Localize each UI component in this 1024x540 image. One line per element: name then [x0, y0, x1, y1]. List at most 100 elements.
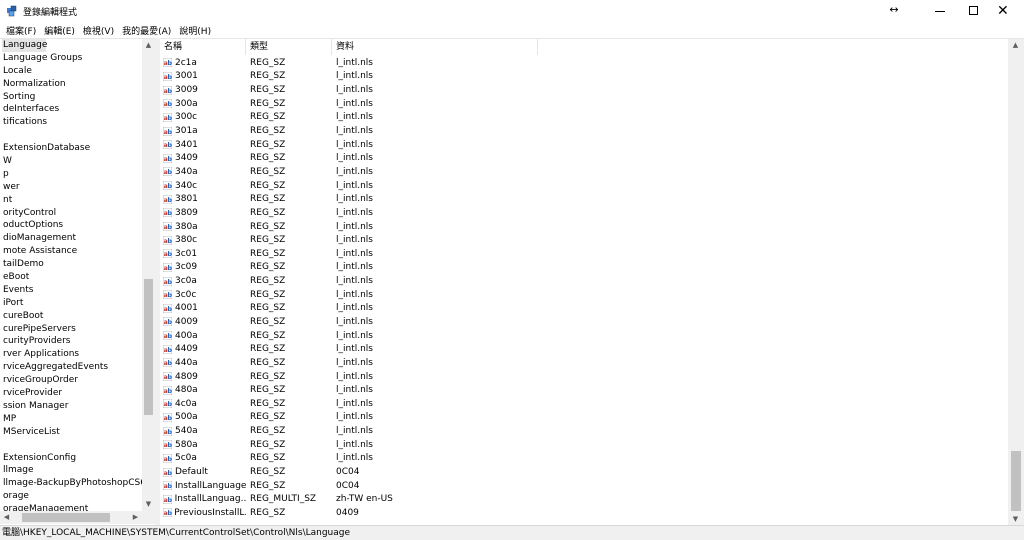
tree-item[interactable]: iPort	[2, 297, 142, 310]
cell-name[interactable]: a b 4001	[160, 303, 246, 313]
cell-name[interactable]: a b 300c	[160, 112, 246, 122]
scroll-down-icon[interactable]: ▼	[1009, 513, 1022, 525]
cell-name[interactable]: a b 2c1a	[160, 58, 246, 68]
tree-item[interactable]: rviceAggregatedEvents	[2, 361, 142, 374]
cell-name[interactable]: a b 3c0c	[160, 290, 246, 300]
tree-item[interactable]: dioManagement	[2, 232, 142, 245]
tree-item[interactable]: rviceProvider	[2, 387, 142, 400]
tree-item[interactable]: mote Assistance	[2, 245, 142, 258]
cell-name[interactable]: a b 3809	[160, 208, 246, 218]
table-row[interactable]: a b 3c09 REG_SZ l_intl.nls	[160, 261, 1008, 275]
tree-item[interactable]: oductOptions	[2, 219, 142, 232]
cell-name[interactable]: a b 440a	[160, 358, 246, 368]
scroll-right-icon[interactable]: ▶	[129, 511, 142, 524]
table-row[interactable]: a b 4001 REG_SZ l_intl.nls	[160, 302, 1008, 316]
cell-name[interactable]: a b 4809	[160, 372, 246, 382]
cell-name[interactable]: a b 3401	[160, 140, 246, 150]
tree-item[interactable]: orage	[2, 490, 142, 503]
table-row[interactable]: a b 540a REG_SZ l_intl.nls	[160, 424, 1008, 438]
scroll-up-icon[interactable]: ▲	[1009, 39, 1022, 52]
tree-item[interactable]: ExtensionConfig	[2, 452, 142, 465]
cell-name[interactable]: a b 3c0a	[160, 276, 246, 286]
tree-item[interactable]: Language Groups	[2, 52, 142, 65]
menu-favorites[interactable]: 我的最愛(A)	[118, 22, 175, 38]
scroll-up-icon[interactable]: ▲	[142, 39, 155, 52]
scroll-down-icon[interactable]: ▼	[142, 498, 155, 511]
table-row[interactable]: a b 3809 REG_SZ l_intl.nls	[160, 206, 1008, 220]
key-tree-pane[interactable]: Language Language Groups Locale Normalizati…	[0, 38, 155, 525]
tree-item[interactable]: rviceGroupOrder	[2, 374, 142, 387]
tree-item[interactable]: tailDemo	[2, 258, 142, 271]
table-row[interactable]: a b 3c0a REG_SZ l_intl.nls	[160, 274, 1008, 288]
tree-item[interactable]: ssion Manager	[2, 400, 142, 413]
table-row[interactable]: a b 3409 REG_SZ l_intl.nls	[160, 151, 1008, 165]
tree-hscroll-thumb[interactable]	[22, 513, 110, 522]
tree-item[interactable]: eBoot	[2, 271, 142, 284]
tree-item[interactable]	[2, 129, 142, 142]
list-vertical-scrollbar[interactable]: ▲ ▼	[1008, 39, 1024, 525]
table-row[interactable]: a b 4c0a REG_SZ l_intl.nls	[160, 397, 1008, 411]
table-row[interactable]: a b 2c1a REG_SZ l_intl.nls	[160, 56, 1008, 70]
table-row[interactable]: a b 580a REG_SZ l_intl.nls	[160, 438, 1008, 452]
close-button[interactable]: ✕	[985, 0, 1024, 22]
table-row[interactable]: a b 380a REG_SZ l_intl.nls	[160, 220, 1008, 234]
table-row[interactable]: a b 3c01 REG_SZ l_intl.nls	[160, 247, 1008, 261]
cell-name[interactable]: a b 3c09	[160, 262, 246, 272]
table-row[interactable]: a b 440a REG_SZ l_intl.nls	[160, 356, 1008, 370]
tree-item[interactable]: Sorting	[2, 91, 142, 104]
menu-file[interactable]: 檔案(F)	[2, 22, 40, 38]
cell-name[interactable]: a b 4009	[160, 317, 246, 327]
cell-name[interactable]: a b 500a	[160, 412, 246, 422]
cell-name[interactable]: a b 380a	[160, 222, 246, 232]
cell-name[interactable]: a b 540a	[160, 426, 246, 436]
cell-name[interactable]: a b 4c0a	[160, 399, 246, 409]
tree-item[interactable]: tifications	[2, 116, 142, 129]
tree-item[interactable]: curePipeServers	[2, 323, 142, 336]
table-row[interactable]: a b 4409 REG_SZ l_intl.nls	[160, 342, 1008, 356]
table-row[interactable]: a b 300c REG_SZ l_intl.nls	[160, 111, 1008, 125]
cell-name[interactable]: a b 3c01	[160, 249, 246, 259]
list-scroll-thumb[interactable]	[1011, 451, 1021, 511]
table-row[interactable]: a b 3c0c REG_SZ l_intl.nls	[160, 288, 1008, 302]
table-row[interactable]: a b 3801 REG_SZ l_intl.nls	[160, 192, 1008, 206]
menu-help[interactable]: 說明(H)	[175, 22, 215, 38]
cell-name[interactable]: a b 580a	[160, 440, 246, 450]
tree-vertical-scrollbar[interactable]: ▲ ▼	[142, 39, 155, 511]
table-row[interactable]: a b 500a REG_SZ l_intl.nls	[160, 411, 1008, 425]
table-row[interactable]: a b 4009 REG_SZ l_intl.nls	[160, 315, 1008, 329]
column-header-data[interactable]: 資料	[332, 39, 538, 55]
table-row[interactable]: a b 3001 REG_SZ l_intl.nls	[160, 70, 1008, 84]
tree-item[interactable]: ExtensionDatabase	[2, 142, 142, 155]
tree-item[interactable]: llmage-BackupByPhotoshopCS6Pc	[2, 477, 142, 490]
table-row[interactable]: a b InstallLanguag... REG_MULTI_SZ zh-TW en-…	[160, 493, 1008, 507]
table-row[interactable]: a b InstallLanguage REG_SZ 0C04	[160, 479, 1008, 493]
tree-item[interactable]: W	[2, 155, 142, 168]
table-row[interactable]: a b PreviousInstallL... REG_SZ 0409	[160, 506, 1008, 520]
tree-item[interactable]: deInterfaces	[2, 103, 142, 116]
tree-item[interactable]: cureBoot	[2, 310, 142, 323]
table-row[interactable]: a b 4809 REG_SZ l_intl.nls	[160, 370, 1008, 384]
tree-item[interactable]: orageManagement	[2, 503, 142, 511]
cell-name[interactable]: a b 4409	[160, 344, 246, 354]
tree-item[interactable]: Language	[2, 39, 47, 52]
cell-name[interactable]: a b 3801	[160, 194, 246, 204]
table-row[interactable]: a b 400a REG_SZ l_intl.nls	[160, 329, 1008, 343]
tree-item[interactable]: rver Applications	[2, 348, 142, 361]
cell-name[interactable]: a b 340c	[160, 181, 246, 191]
tree-item[interactable]: orityControl	[2, 207, 142, 220]
tree-item[interactable]: Events	[2, 284, 142, 297]
table-row[interactable]: a b 340c REG_SZ l_intl.nls	[160, 179, 1008, 193]
menu-view[interactable]: 檢視(V)	[79, 22, 118, 38]
tree-horizontal-scrollbar[interactable]: ◀ ▶	[0, 511, 155, 524]
column-header-name[interactable]: 名稱	[160, 39, 246, 55]
tree-item[interactable]: MServiceList	[2, 426, 142, 439]
column-header-type[interactable]: 類型	[246, 39, 332, 55]
tree-item[interactable]: Locale	[2, 65, 142, 78]
tree-item[interactable]: Normalization	[2, 78, 142, 91]
menu-edit[interactable]: 編輯(E)	[40, 22, 79, 38]
cell-name[interactable]: a b InstallLanguag...	[160, 494, 246, 504]
scroll-left-icon[interactable]: ◀	[0, 511, 13, 524]
table-row[interactable]: a b 340a REG_SZ l_intl.nls	[160, 165, 1008, 179]
cell-name[interactable]: a b 480a	[160, 385, 246, 395]
tree-item[interactable]: MP	[2, 413, 142, 426]
